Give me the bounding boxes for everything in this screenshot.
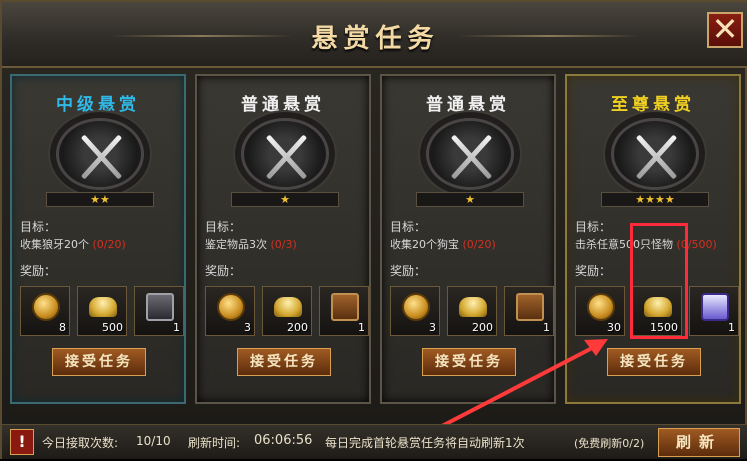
target-label: 目标： <box>20 220 57 234</box>
reward-count: 8 <box>59 321 66 334</box>
reward-items: 3 200 1 <box>390 286 554 336</box>
star-rating: ★★★★ <box>601 192 709 207</box>
coin-icon <box>587 293 615 321</box>
reward-slot[interactable]: 3 <box>390 286 440 336</box>
card-title: 普通悬赏 <box>241 95 325 115</box>
reward-items: 8 500 1 <box>20 286 184 336</box>
reward-slot[interactable]: 1 <box>689 286 739 336</box>
title-bar: 悬赏任务 ✕ <box>2 2 747 68</box>
accept-task-button[interactable]: 接受任务 <box>607 348 701 376</box>
reward-slot[interactable]: 200 <box>447 286 497 336</box>
reward-count: 1 <box>543 321 550 334</box>
reward-slot[interactable]: 1 <box>319 286 369 336</box>
crossed-swords-icon <box>611 118 699 190</box>
target-text: 收集20个狗宝 (0/20) <box>390 236 496 252</box>
target-label: 目标： <box>575 220 612 234</box>
target-progress: (0/3) <box>270 238 297 251</box>
target-description: 收集狼牙20个 <box>20 238 89 251</box>
reward-label: 奖励： <box>390 264 427 278</box>
star-rating: ★ <box>231 192 339 207</box>
reward-slot[interactable]: 3 <box>205 286 255 336</box>
alert-icon[interactable]: ! <box>10 429 34 455</box>
crossed-swords-icon <box>241 118 329 190</box>
accept-count-value: 10/10 <box>136 434 171 448</box>
accept-task-button[interactable]: 接受任务 <box>422 348 516 376</box>
target-label: 目标： <box>390 220 427 234</box>
wooden-chest-icon <box>516 293 544 321</box>
target-label: 目标： <box>205 220 242 234</box>
bounty-window: 悬赏任务 ✕ 中级悬赏 ★★ 目标： 收集狼牙20个 (0/20) 奖励： 8 500 1 接受… <box>0 0 747 459</box>
reward-slot[interactable]: 30 <box>575 286 625 336</box>
reward-count: 1 <box>728 321 735 334</box>
reward-count: 200 <box>472 321 493 334</box>
reward-count: 3 <box>244 321 251 334</box>
scroll-icon <box>701 293 729 321</box>
target-progress: (0/20) <box>92 238 126 251</box>
target-progress: (0/20) <box>462 238 496 251</box>
refresh-button[interactable]: 刷新 <box>658 428 740 457</box>
accept-task-button[interactable]: 接受任务 <box>237 348 331 376</box>
coin-icon <box>402 293 430 321</box>
silver-chest-icon <box>146 293 174 321</box>
reward-items: 3 200 1 <box>205 286 369 336</box>
gold-ingot-icon <box>459 297 487 317</box>
star-rating: ★ <box>416 192 524 207</box>
reward-count: 3 <box>429 321 436 334</box>
highlight-box <box>630 223 688 339</box>
free-refresh-count: (免费刷新0/2) <box>574 437 645 450</box>
target-description: 收集20个狗宝 <box>390 238 459 251</box>
reward-slot[interactable]: 1 <box>134 286 184 336</box>
reward-slot[interactable]: 1 <box>504 286 554 336</box>
gold-ingot-icon <box>274 297 302 317</box>
refresh-timer: 06:06:56 <box>254 433 313 448</box>
target-text: 鉴定物品3次 (0/3) <box>205 236 297 252</box>
bounty-card-1: 中级悬赏 ★★ 目标： 收集狼牙20个 (0/20) 奖励： 8 500 1 接受任务 <box>10 74 186 404</box>
reward-count: 200 <box>287 321 308 334</box>
bounty-card-2: 普通悬赏 ★ 目标： 鉴定物品3次 (0/3) 奖励： 3 200 1 接受任务 <box>195 74 371 404</box>
card-title: 普通悬赏 <box>426 95 510 115</box>
crossed-swords-icon <box>426 118 514 190</box>
crossed-swords-icon <box>56 118 144 190</box>
reward-label: 奖励： <box>20 264 57 278</box>
bottom-bar: ! 今日接取次数: 10/10 刷新时间: 06:06:56 每日完成首轮悬赏任… <box>2 424 747 459</box>
accept-task-button[interactable]: 接受任务 <box>52 348 146 376</box>
reward-count: 1 <box>173 321 180 334</box>
reward-count: 500 <box>102 321 123 334</box>
star-rating: ★★ <box>46 192 154 207</box>
reward-count: 1 <box>358 321 365 334</box>
reward-count: 30 <box>607 321 621 334</box>
title-decoration-right <box>459 35 639 37</box>
reward-slot[interactable]: 500 <box>77 286 127 336</box>
reward-slot[interactable]: 200 <box>262 286 312 336</box>
card-title: 中级悬赏 <box>56 95 140 115</box>
bounty-card-3: 普通悬赏 ★ 目标： 收集20个狗宝 (0/20) 奖励： 3 200 1 接受任务 <box>380 74 556 404</box>
card-title: 至尊悬赏 <box>611 95 695 115</box>
target-description: 鉴定物品3次 <box>205 238 267 251</box>
accept-count-label: 今日接取次数: <box>42 436 119 450</box>
coin-icon <box>217 293 245 321</box>
reward-label: 奖励： <box>205 264 242 278</box>
reward-slot[interactable]: 8 <box>20 286 70 336</box>
refresh-note: 每日完成首轮悬赏任务将自动刷新1次 <box>325 436 525 450</box>
refresh-time-label: 刷新时间: <box>188 436 241 450</box>
gold-ingot-icon <box>89 297 117 317</box>
wooden-chest-icon <box>331 293 359 321</box>
reward-label: 奖励： <box>575 264 612 278</box>
coin-icon <box>32 293 60 321</box>
close-button[interactable]: ✕ <box>707 12 743 48</box>
target-text: 收集狼牙20个 (0/20) <box>20 236 126 252</box>
